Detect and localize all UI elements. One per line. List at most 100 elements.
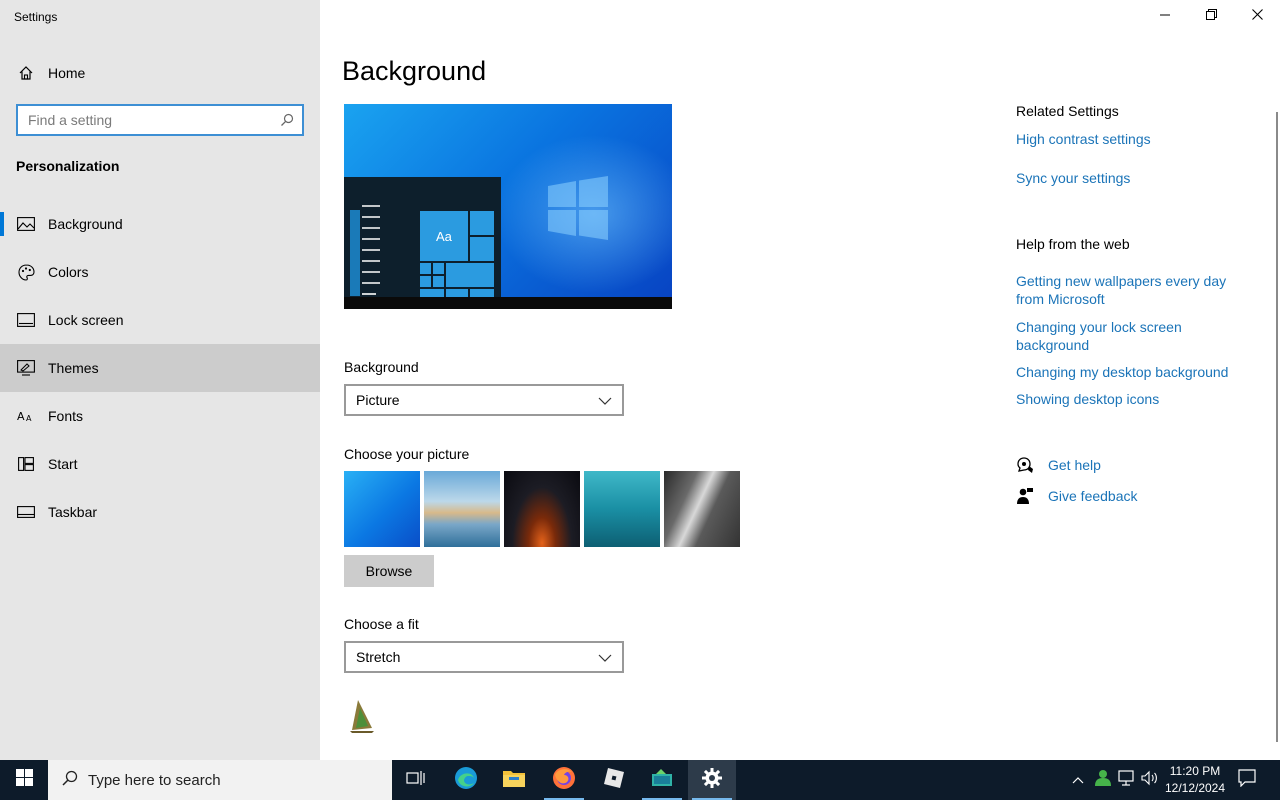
clock-date: 12/12/2024 — [1164, 781, 1226, 795]
taskbar-app-settings[interactable] — [688, 760, 736, 800]
restore-icon — [1205, 7, 1217, 25]
lock-screen-help-link[interactable]: Changing your lock screen background — [1016, 318, 1246, 354]
give-feedback-label: Give feedback — [1048, 488, 1138, 504]
sidebar-item-label: Lock screen — [48, 312, 124, 328]
sidebar-item-label: Colors — [48, 264, 89, 280]
main-content: Background Aa Background Picture Choose … — [320, 0, 1280, 760]
sidebar-item-colors[interactable]: Colors — [0, 248, 320, 296]
sidebar: Settings Home Personalization Background… — [0, 0, 320, 760]
home-icon — [17, 64, 35, 82]
sidebar-item-start[interactable]: Start — [0, 440, 320, 488]
nav-list: Background Colors Lock screen Themes AA … — [0, 200, 320, 536]
svg-text:A: A — [17, 410, 25, 423]
sidebar-item-themes[interactable]: Themes — [0, 344, 320, 392]
chevron-down-icon — [598, 649, 612, 665]
taskbar-clock[interactable]: 11:20 PM 12/12/2024 — [1158, 763, 1232, 797]
chevron-down-icon — [598, 392, 612, 408]
taskbar-app-firefox[interactable] — [540, 760, 588, 800]
tray-app-icon — [1094, 769, 1112, 792]
taskbar: Type here to search 11:20 PM 12/12/2024 — [0, 760, 1280, 800]
notifications-button[interactable] — [1234, 760, 1260, 800]
section-title: Personalization — [16, 158, 120, 174]
taskbar-app-utility[interactable] — [638, 760, 686, 800]
browse-button[interactable]: Browse — [344, 555, 434, 587]
desktop-background-help-link[interactable]: Changing my desktop background — [1016, 363, 1246, 381]
picture-thumbnail-underwater[interactable] — [584, 471, 660, 547]
search-icon — [62, 770, 78, 790]
help-from-web-heading: Help from the web — [1016, 236, 1130, 252]
app-window-icon — [651, 768, 673, 793]
high-contrast-link[interactable]: High contrast settings — [1016, 130, 1246, 148]
home-label: Home — [48, 65, 86, 81]
lock-screen-icon — [17, 311, 35, 329]
sync-settings-link[interactable]: Sync your settings — [1016, 169, 1246, 187]
sidebar-item-label: Taskbar — [48, 504, 98, 520]
picture-thumbnail-rock[interactable] — [664, 471, 740, 547]
sidebar-item-taskbar[interactable]: Taskbar — [0, 488, 320, 536]
palette-icon — [17, 263, 35, 281]
app-title: Settings — [14, 10, 58, 24]
picture-thumbnail-night-sky[interactable] — [504, 471, 580, 547]
start-button[interactable] — [0, 760, 48, 800]
search-icon[interactable] — [280, 113, 294, 132]
taskbar-icon — [17, 503, 35, 521]
broken-image-icon — [350, 700, 374, 733]
page-title: Background — [342, 56, 487, 86]
sidebar-item-fonts[interactable]: AA Fonts — [0, 392, 320, 440]
minimize-icon — [1160, 7, 1170, 25]
volume-icon — [1141, 770, 1159, 791]
picture-thumbnail-windows[interactable] — [344, 471, 420, 547]
notification-icon — [1238, 768, 1256, 792]
tray-app-button[interactable] — [1092, 760, 1114, 800]
windows-start-icon — [15, 769, 33, 791]
folder-icon — [502, 768, 526, 793]
fonts-icon: AA — [17, 407, 35, 425]
desktop-preview: Aa — [344, 104, 672, 309]
roblox-icon — [603, 767, 625, 794]
give-feedback-row[interactable]: Give feedback — [1016, 487, 1138, 505]
picture-icon — [17, 215, 35, 233]
minimize-button[interactable] — [1142, 0, 1188, 32]
volume-button[interactable] — [1140, 760, 1160, 800]
background-label: Background — [344, 359, 419, 375]
close-icon — [1251, 7, 1263, 25]
get-help-row[interactable]: Get help — [1016, 456, 1101, 474]
windows-logo-icon — [548, 176, 608, 240]
chevron-up-icon — [1072, 771, 1084, 789]
choose-fit-label: Choose a fit — [344, 616, 419, 632]
get-help-label: Get help — [1048, 457, 1101, 473]
network-button[interactable] — [1116, 760, 1138, 800]
picture-thumbnails — [344, 471, 740, 547]
feedback-icon — [1016, 487, 1034, 505]
close-button[interactable] — [1234, 0, 1280, 32]
preview-menu-lines — [350, 205, 380, 296]
choose-picture-label: Choose your picture — [344, 446, 470, 462]
fit-dropdown-value: Stretch — [356, 649, 401, 665]
task-view-icon — [406, 769, 426, 792]
fit-dropdown[interactable]: Stretch — [344, 641, 624, 673]
taskbar-app-roblox[interactable] — [590, 760, 638, 800]
scrollbar[interactable] — [1276, 112, 1278, 742]
sidebar-item-lock-screen[interactable]: Lock screen — [0, 296, 320, 344]
sidebar-item-background[interactable]: Background — [0, 200, 320, 248]
desktop-icons-help-link[interactable]: Showing desktop icons — [1016, 390, 1246, 408]
restore-button[interactable] — [1188, 0, 1234, 32]
selected-indicator — [0, 212, 4, 236]
taskbar-app-edge[interactable] — [442, 760, 490, 800]
preview-tiles: Aa — [420, 211, 494, 297]
wallpapers-help-link[interactable]: Getting new wallpapers every day from Mi… — [1016, 272, 1246, 308]
taskbar-app-file-explorer[interactable] — [490, 760, 538, 800]
themes-icon — [17, 359, 35, 377]
task-view-button[interactable] — [392, 760, 440, 800]
settings-search-input[interactable] — [28, 112, 278, 128]
home-nav-item[interactable]: Home — [0, 56, 320, 90]
settings-search-box[interactable] — [16, 104, 304, 136]
show-hidden-icons-button[interactable] — [1068, 760, 1088, 800]
clock-time: 11:20 PM — [1169, 764, 1221, 778]
svg-text:A: A — [26, 414, 32, 423]
picture-thumbnail-beach[interactable] — [424, 471, 500, 547]
background-dropdown[interactable]: Picture — [344, 384, 624, 416]
sidebar-item-label: Start — [48, 456, 78, 472]
taskbar-search-box[interactable]: Type here to search — [48, 760, 392, 800]
start-icon — [17, 455, 35, 473]
